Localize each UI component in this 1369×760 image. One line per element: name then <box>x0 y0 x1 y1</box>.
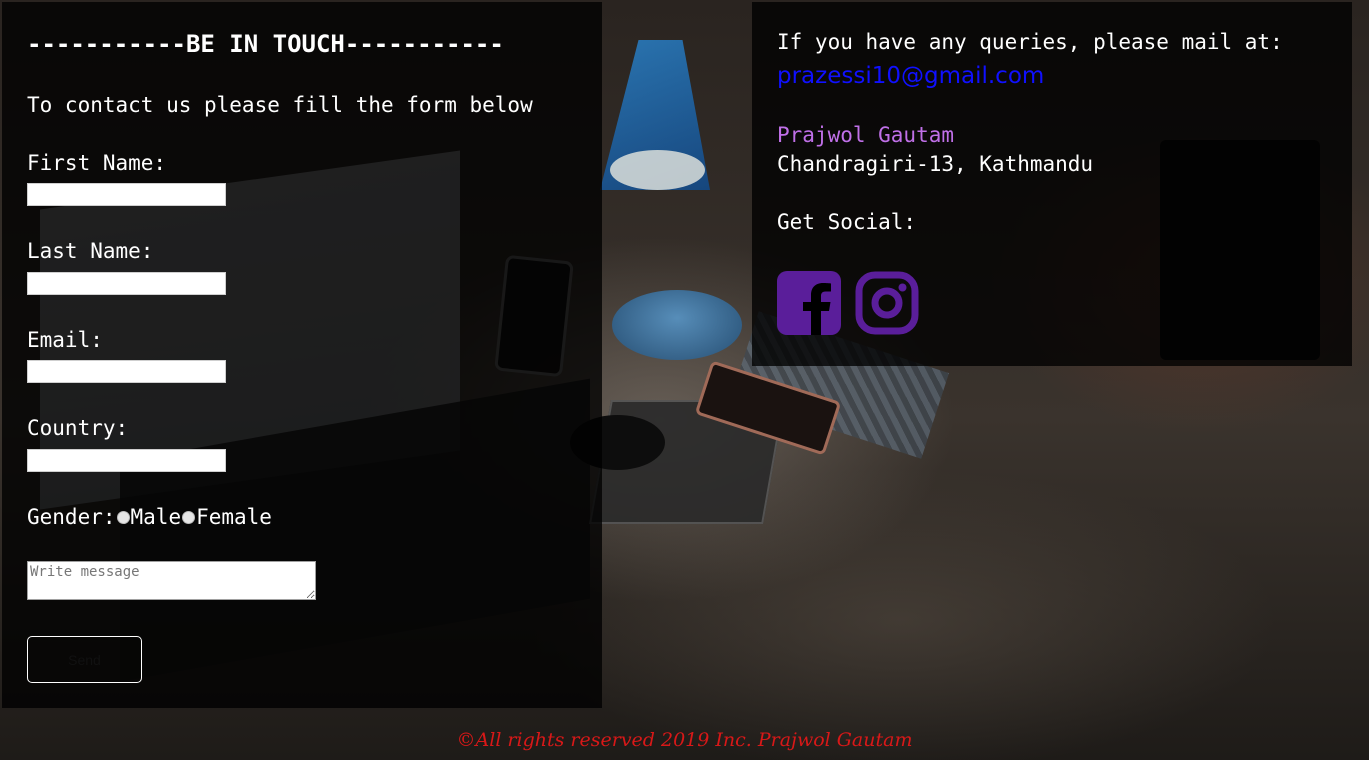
background-lamp-base <box>612 290 742 360</box>
email-link[interactable]: prazessi10@gmail.com <box>777 63 1044 89</box>
gender-female-radio[interactable] <box>182 510 196 524</box>
send-button[interactable]: Send <box>27 636 142 683</box>
footer-copyright: ©All rights reserved 2019 Inc. Prajwol G… <box>456 729 913 751</box>
first-name-label: First Name: <box>27 151 167 175</box>
last-name-label: Last Name: <box>27 239 154 263</box>
gender-label: Gender: <box>27 505 116 529</box>
gender-row: Gender: Male Female <box>27 505 272 529</box>
country-label: Country: <box>27 416 129 440</box>
contact-address: Chandragiri-13, Kathmandu <box>777 152 1094 176</box>
gender-female-label: Female <box>196 505 272 529</box>
contact-info-panel <box>752 2 1352 366</box>
country-input[interactable] <box>27 449 226 472</box>
email-label: Email: <box>27 328 103 352</box>
instagram-icon[interactable] <box>855 271 919 335</box>
query-text: If you have any queries, please mail at: <box>777 30 1283 54</box>
gender-male-label: Male <box>130 505 182 529</box>
last-name-input[interactable] <box>27 272 226 295</box>
message-textarea[interactable] <box>27 561 316 600</box>
background-lamp-glow <box>610 150 705 190</box>
facebook-icon[interactable] <box>777 271 841 335</box>
email-input[interactable] <box>27 360 226 383</box>
social-label: Get Social: <box>777 210 917 234</box>
gender-male-radio[interactable] <box>116 510 130 524</box>
contact-name: Prajwol Gautam <box>777 123 955 147</box>
form-intro: To contact us please fill the form below <box>27 93 533 117</box>
first-name-input[interactable] <box>27 183 226 206</box>
form-heading: -----------BE IN TOUCH----------- <box>27 30 504 58</box>
